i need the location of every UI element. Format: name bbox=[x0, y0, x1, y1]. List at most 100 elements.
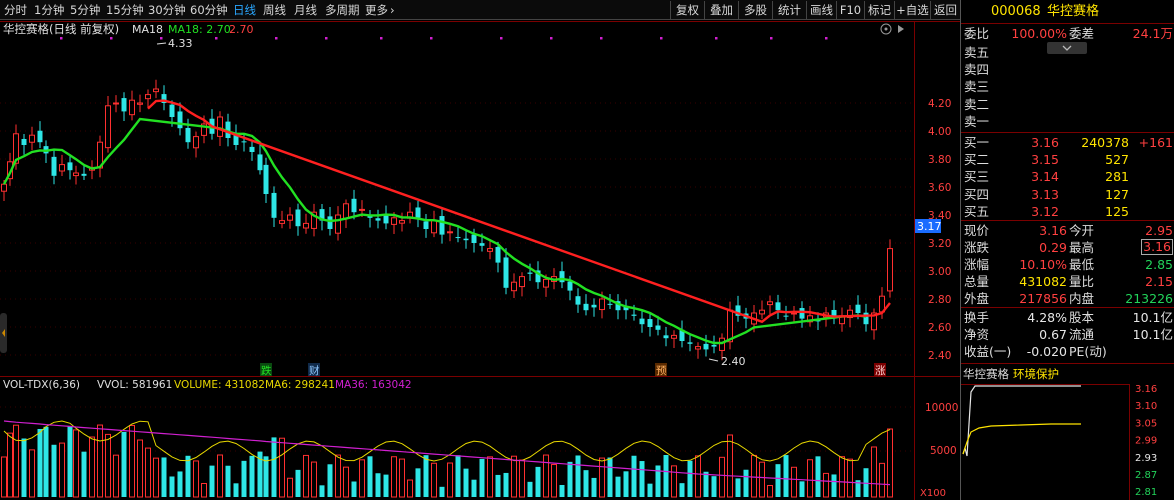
volume-bar bbox=[607, 457, 613, 497]
order-label: 买二 bbox=[964, 152, 990, 168]
add-watchlist-button[interactable]: +自选 bbox=[894, 1, 930, 19]
candle-body bbox=[655, 325, 661, 330]
volume-bar bbox=[663, 455, 669, 497]
volume-bar bbox=[831, 474, 837, 497]
stat-value-2: 3.16 bbox=[1141, 239, 1173, 255]
order-row[interactable]: 卖一 bbox=[961, 113, 1174, 130]
order-row[interactable]: 卖二 bbox=[961, 96, 1174, 113]
tab-daily[interactable]: 日线 bbox=[233, 0, 256, 20]
tab-fenshi[interactable]: 分时 bbox=[4, 0, 27, 20]
volume-bar bbox=[193, 460, 199, 498]
tab-more[interactable]: 更多 bbox=[365, 0, 388, 20]
price-tick: 3.80 bbox=[928, 154, 951, 166]
tab-5min[interactable]: 5分钟 bbox=[70, 0, 100, 20]
mini-intraday-chart[interactable]: 3.16 3.10 3.05 2.99 2.93 2.87 2.81 bbox=[961, 384, 1174, 500]
mini-tick: 3.16 bbox=[1135, 384, 1157, 395]
chevron-right-icon[interactable]: › bbox=[390, 0, 395, 20]
mini-avg-line bbox=[962, 423, 1081, 455]
candle-body bbox=[647, 319, 653, 327]
scroll-left-handle[interactable] bbox=[0, 313, 7, 353]
tab-15min[interactable]: 15分钟 bbox=[106, 0, 144, 20]
volume-bar bbox=[887, 428, 893, 498]
order-change: +161 bbox=[1138, 135, 1173, 150]
volume-bar bbox=[631, 455, 637, 497]
tab-60min[interactable]: 60分钟 bbox=[190, 0, 228, 20]
price-tick: 2.40 bbox=[928, 350, 951, 362]
volume-bar bbox=[839, 456, 845, 498]
volume-bar bbox=[591, 477, 597, 497]
candle-body bbox=[295, 209, 301, 227]
volume-bar bbox=[153, 457, 159, 498]
stat-value: 0.67 bbox=[1039, 327, 1067, 342]
mini-tag[interactable]: 环境保护 bbox=[1013, 366, 1059, 383]
tab-monthly[interactable]: 月线 bbox=[294, 0, 317, 20]
f10-button[interactable]: F10 bbox=[836, 1, 864, 19]
order-row[interactable]: 卖三 bbox=[961, 78, 1174, 95]
volume-bar bbox=[399, 458, 405, 498]
volume-bar bbox=[439, 486, 445, 497]
order-row[interactable]: 卖四 bbox=[961, 61, 1174, 78]
order-row[interactable]: 买三 3.14 281 bbox=[961, 168, 1174, 185]
stat-row: 换手 4.28% 股本 10.1亿 bbox=[961, 309, 1174, 326]
tab-1min[interactable]: 1分钟 bbox=[34, 0, 64, 20]
multi-stock-button[interactable]: 多股 bbox=[738, 1, 772, 19]
order-label: 买三 bbox=[964, 169, 990, 185]
weibi-value: 100.00% bbox=[1011, 26, 1067, 41]
candle-body bbox=[399, 220, 405, 224]
volume-bar bbox=[759, 461, 765, 498]
stat-label-2: 最高 bbox=[1069, 240, 1095, 255]
mini-tick: 2.87 bbox=[1135, 470, 1157, 481]
candle-body bbox=[567, 281, 573, 291]
mark-button[interactable]: 标记 bbox=[864, 1, 894, 19]
back-button[interactable]: 返回 bbox=[930, 1, 960, 19]
candle-body bbox=[51, 156, 57, 176]
candle-body bbox=[695, 346, 701, 350]
order-row[interactable]: 买一 3.16 240378 +161 bbox=[961, 134, 1174, 151]
marker-yu[interactable]: 预 bbox=[656, 365, 667, 377]
volume-bar bbox=[719, 456, 725, 498]
candle-body bbox=[73, 172, 79, 177]
fuquan-button[interactable]: 复权 bbox=[670, 1, 704, 19]
volume-bar bbox=[319, 485, 325, 497]
volume-bar bbox=[129, 424, 135, 498]
marker-cai[interactable]: 财 bbox=[309, 364, 320, 377]
chart-settings-icon[interactable] bbox=[880, 23, 892, 35]
price-grid bbox=[0, 102, 914, 356]
candle-body bbox=[887, 248, 893, 292]
signal-dot bbox=[215, 37, 218, 40]
candle-body bbox=[783, 315, 789, 317]
overlay-button[interactable]: 叠加 bbox=[704, 1, 738, 19]
candle-body bbox=[29, 134, 35, 143]
collapse-icon[interactable] bbox=[898, 25, 904, 33]
tab-multi-period[interactable]: 多周期 bbox=[325, 0, 360, 20]
chart-area[interactable]: 4.20 4.00 3.80 3.60 3.40 3.20 3.00 2.80 2.60 2.40… bbox=[0, 21, 960, 500]
volume-bar bbox=[145, 447, 151, 498]
candle-body bbox=[343, 203, 349, 219]
volume-bar bbox=[13, 424, 19, 498]
volume-bar bbox=[735, 478, 741, 497]
marker-die[interactable]: 跌 bbox=[261, 364, 272, 377]
mini-title: 华控赛格 bbox=[963, 367, 1009, 381]
volume-bar bbox=[225, 465, 231, 497]
price-tick: 3.00 bbox=[928, 266, 951, 278]
candle-body bbox=[543, 278, 549, 288]
volume-bars bbox=[1, 424, 893, 498]
signal-dot bbox=[160, 37, 163, 40]
order-row[interactable]: 买四 3.13 127 bbox=[961, 186, 1174, 203]
draw-line-button[interactable]: 画线 bbox=[806, 1, 836, 19]
volume-bar bbox=[7, 432, 13, 498]
stats-button[interactable]: 统计 bbox=[772, 1, 806, 19]
marker-zhang[interactable]: 涨 bbox=[875, 365, 886, 377]
tab-weekly[interactable]: 周线 bbox=[263, 0, 286, 20]
tab-30min[interactable]: 30分钟 bbox=[148, 0, 186, 20]
kline-chart[interactable]: 4.204.003.803.603.403.203.002.802.602.40… bbox=[0, 21, 960, 500]
volume-bar bbox=[847, 458, 853, 498]
candle-body bbox=[113, 102, 119, 105]
order-row[interactable]: 卖五 bbox=[961, 44, 1174, 61]
volume-bar bbox=[599, 457, 605, 498]
candle-body bbox=[687, 342, 693, 344]
signal-dot bbox=[430, 37, 433, 40]
order-row[interactable]: 买五 3.12 125 bbox=[961, 203, 1174, 220]
candlesticks bbox=[1, 79, 893, 361]
order-row[interactable]: 买二 3.15 527 bbox=[961, 151, 1174, 168]
